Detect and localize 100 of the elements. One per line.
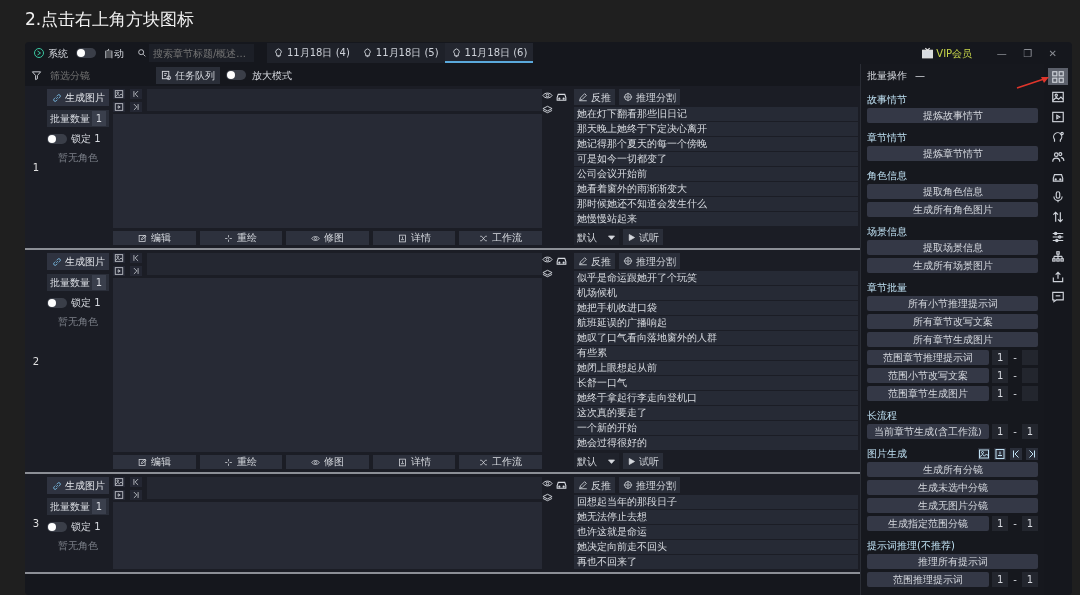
action-button[interactable]: 生成所有分镜 [867, 462, 1038, 477]
minimize-button[interactable]: — [989, 45, 1014, 61]
line-item[interactable]: 公司会议开始前 [574, 167, 858, 181]
action-button[interactable]: 所有章节改写文案 [867, 314, 1038, 329]
line-item[interactable]: 她记得那个夏天的每一个傍晚 [574, 137, 858, 151]
tab[interactable]: 11月18日 (4) [267, 43, 356, 63]
batch-field[interactable]: 批量数量 1 [47, 498, 109, 515]
voice-select[interactable]: 默认 [574, 453, 619, 469]
action-button[interactable]: 推理所有提示词 [867, 554, 1038, 569]
action-button[interactable]: 生成指定范围分镜 [867, 516, 989, 531]
line-item[interactable]: 她看着窗外的雨渐渐变大 [574, 182, 858, 196]
action-button[interactable]: 工作流 [459, 455, 542, 469]
action-button[interactable]: 提炼故事情节 [867, 108, 1038, 123]
action-button[interactable]: 编辑 [113, 231, 196, 245]
action-button[interactable]: 范围推理提示词 [867, 572, 989, 587]
action-button[interactable]: 详情 [372, 455, 456, 469]
line-item[interactable]: 她会过得很好的 [574, 436, 858, 450]
action-button[interactable]: 范围章节生成图片 [867, 386, 989, 401]
line-item[interactable]: 可是如今一切都变了 [574, 152, 858, 166]
action-button[interactable]: 所有小节推理提示词 [867, 296, 1038, 311]
generate-button[interactable]: 生成图片 [47, 477, 109, 494]
toggle-switch[interactable] [75, 48, 96, 58]
line-item[interactable]: 机场候机 [574, 286, 858, 300]
line-item[interactable]: 她把手机收进口袋 [574, 301, 858, 315]
filter-field[interactable]: 筛选分镜 [48, 66, 128, 84]
listen-button[interactable]: 试听 [623, 453, 663, 469]
range-from-field[interactable]: 1 [992, 572, 1009, 587]
action-button[interactable]: 修图 [286, 455, 369, 469]
range-to-field[interactable]: 1 [1021, 424, 1038, 439]
action-button[interactable]: 范围小节改写文案 [867, 368, 989, 383]
range-from-field[interactable]: 1 [992, 516, 1009, 531]
action-button[interactable]: 详情 [372, 231, 456, 245]
line-item[interactable]: 一个新的开始 [574, 421, 858, 435]
action-button[interactable]: 生成所有场景图片 [867, 258, 1038, 273]
search-field[interactable]: 搜索章节标题/概述... [149, 44, 254, 62]
generate-button[interactable]: 生成图片 [47, 253, 109, 270]
line-item[interactable]: 她慢慢站起来 [574, 212, 858, 226]
line-item[interactable]: 回想起当年的那段日子 [574, 495, 858, 509]
line-item[interactable]: 她闭上眼想起从前 [574, 361, 858, 375]
action-button[interactable]: 编辑 [113, 455, 196, 469]
range-from-field[interactable]: 1 [992, 350, 1009, 365]
range-from-field[interactable]: 1 [992, 368, 1009, 383]
line-item[interactable]: 有些累 [574, 346, 858, 360]
line-item[interactable]: 她终于拿起行李走向登机口 [574, 391, 858, 405]
action-button[interactable]: 所有章节生成图片 [867, 332, 1038, 347]
action-button[interactable]: 修图 [286, 231, 369, 245]
tab[interactable]: 11月18日 (6) [444, 43, 534, 63]
prompt-field[interactable] [146, 253, 542, 275]
toggle-switch[interactable] [47, 521, 67, 532]
close-button[interactable]: ✕ [1041, 45, 1064, 61]
toggle-switch[interactable] [226, 70, 246, 80]
prompt-field[interactable] [146, 89, 542, 111]
line-item[interactable]: 再也不回来了 [574, 555, 858, 569]
line-item[interactable]: 她叹了口气看向落地窗外的人群 [574, 331, 858, 345]
action-button[interactable]: 生成未选中分镜 [867, 480, 1038, 495]
action-button[interactable]: 当前章节生成(含工作流) [867, 424, 989, 439]
tool-button[interactable]: 推理分割 [619, 89, 680, 105]
line-item[interactable]: 她决定向前走不回头 [574, 540, 858, 554]
line-item[interactable]: 航班延误的广播响起 [574, 316, 858, 330]
tool-button[interactable]: 推理分割 [619, 253, 680, 269]
line-item[interactable]: 她在灯下翻看那些旧日记 [574, 107, 858, 121]
queue-button[interactable]: 任务队列 [156, 66, 220, 84]
generate-button[interactable]: 生成图片 [47, 89, 109, 106]
prompt-field[interactable] [146, 477, 542, 499]
range-to-field[interactable]: 1 [1021, 516, 1038, 531]
action-button[interactable]: 重绘 [199, 455, 283, 469]
line-item[interactable]: 那时候她还不知道会发生什么 [574, 197, 858, 211]
action-button[interactable]: 重绘 [199, 231, 283, 245]
action-button[interactable]: 范围章节推理提示词 [867, 350, 989, 365]
logo-text: 系统 [47, 46, 68, 61]
toggle-switch[interactable] [47, 297, 67, 308]
tool-button[interactable]: 推理分割 [619, 477, 680, 493]
line-item[interactable]: 似乎是命运跟她开了个玩笑 [574, 271, 858, 285]
line-item[interactable]: 长舒一口气 [574, 376, 858, 390]
line-item[interactable]: 那天晚上她终于下定决心离开 [574, 122, 858, 136]
action-button[interactable]: 工作流 [459, 231, 542, 245]
action-button[interactable]: 生成无图片分镜 [867, 498, 1038, 513]
line-item[interactable]: 也许这就是命运 [574, 525, 858, 539]
action-button[interactable]: 提取角色信息 [867, 184, 1038, 199]
range-from-field[interactable]: 1 [992, 386, 1009, 401]
batch-field[interactable]: 批量数量 1 [47, 274, 109, 291]
restore-button[interactable]: ❐ [1016, 45, 1040, 61]
action-button[interactable]: 提炼章节情节 [867, 146, 1038, 161]
tab[interactable]: 11月18日 (5) [355, 43, 445, 63]
target-icon [623, 256, 633, 266]
batch-field[interactable]: 批量数量 1 [47, 110, 109, 127]
action-button[interactable]: 生成所有角色图片 [867, 202, 1038, 217]
collapse-button[interactable]: — [915, 67, 925, 83]
toggle-switch[interactable] [47, 133, 67, 144]
tool-button[interactable]: 反推 [574, 477, 615, 493]
line-item[interactable]: 她无法停止去想 [574, 510, 858, 524]
bulb-icon [450, 46, 462, 58]
line-item[interactable]: 这次真的要走了 [574, 406, 858, 420]
voice-select[interactable]: 默认 [574, 229, 619, 245]
tool-button[interactable]: 反推 [574, 253, 615, 269]
range-from-field[interactable]: 1 [992, 424, 1009, 439]
tool-button[interactable]: 反推 [574, 89, 615, 105]
listen-button[interactable]: 试听 [623, 229, 663, 245]
action-button[interactable]: 提取场景信息 [867, 240, 1038, 255]
range-to-field[interactable]: 1 [1021, 572, 1038, 587]
